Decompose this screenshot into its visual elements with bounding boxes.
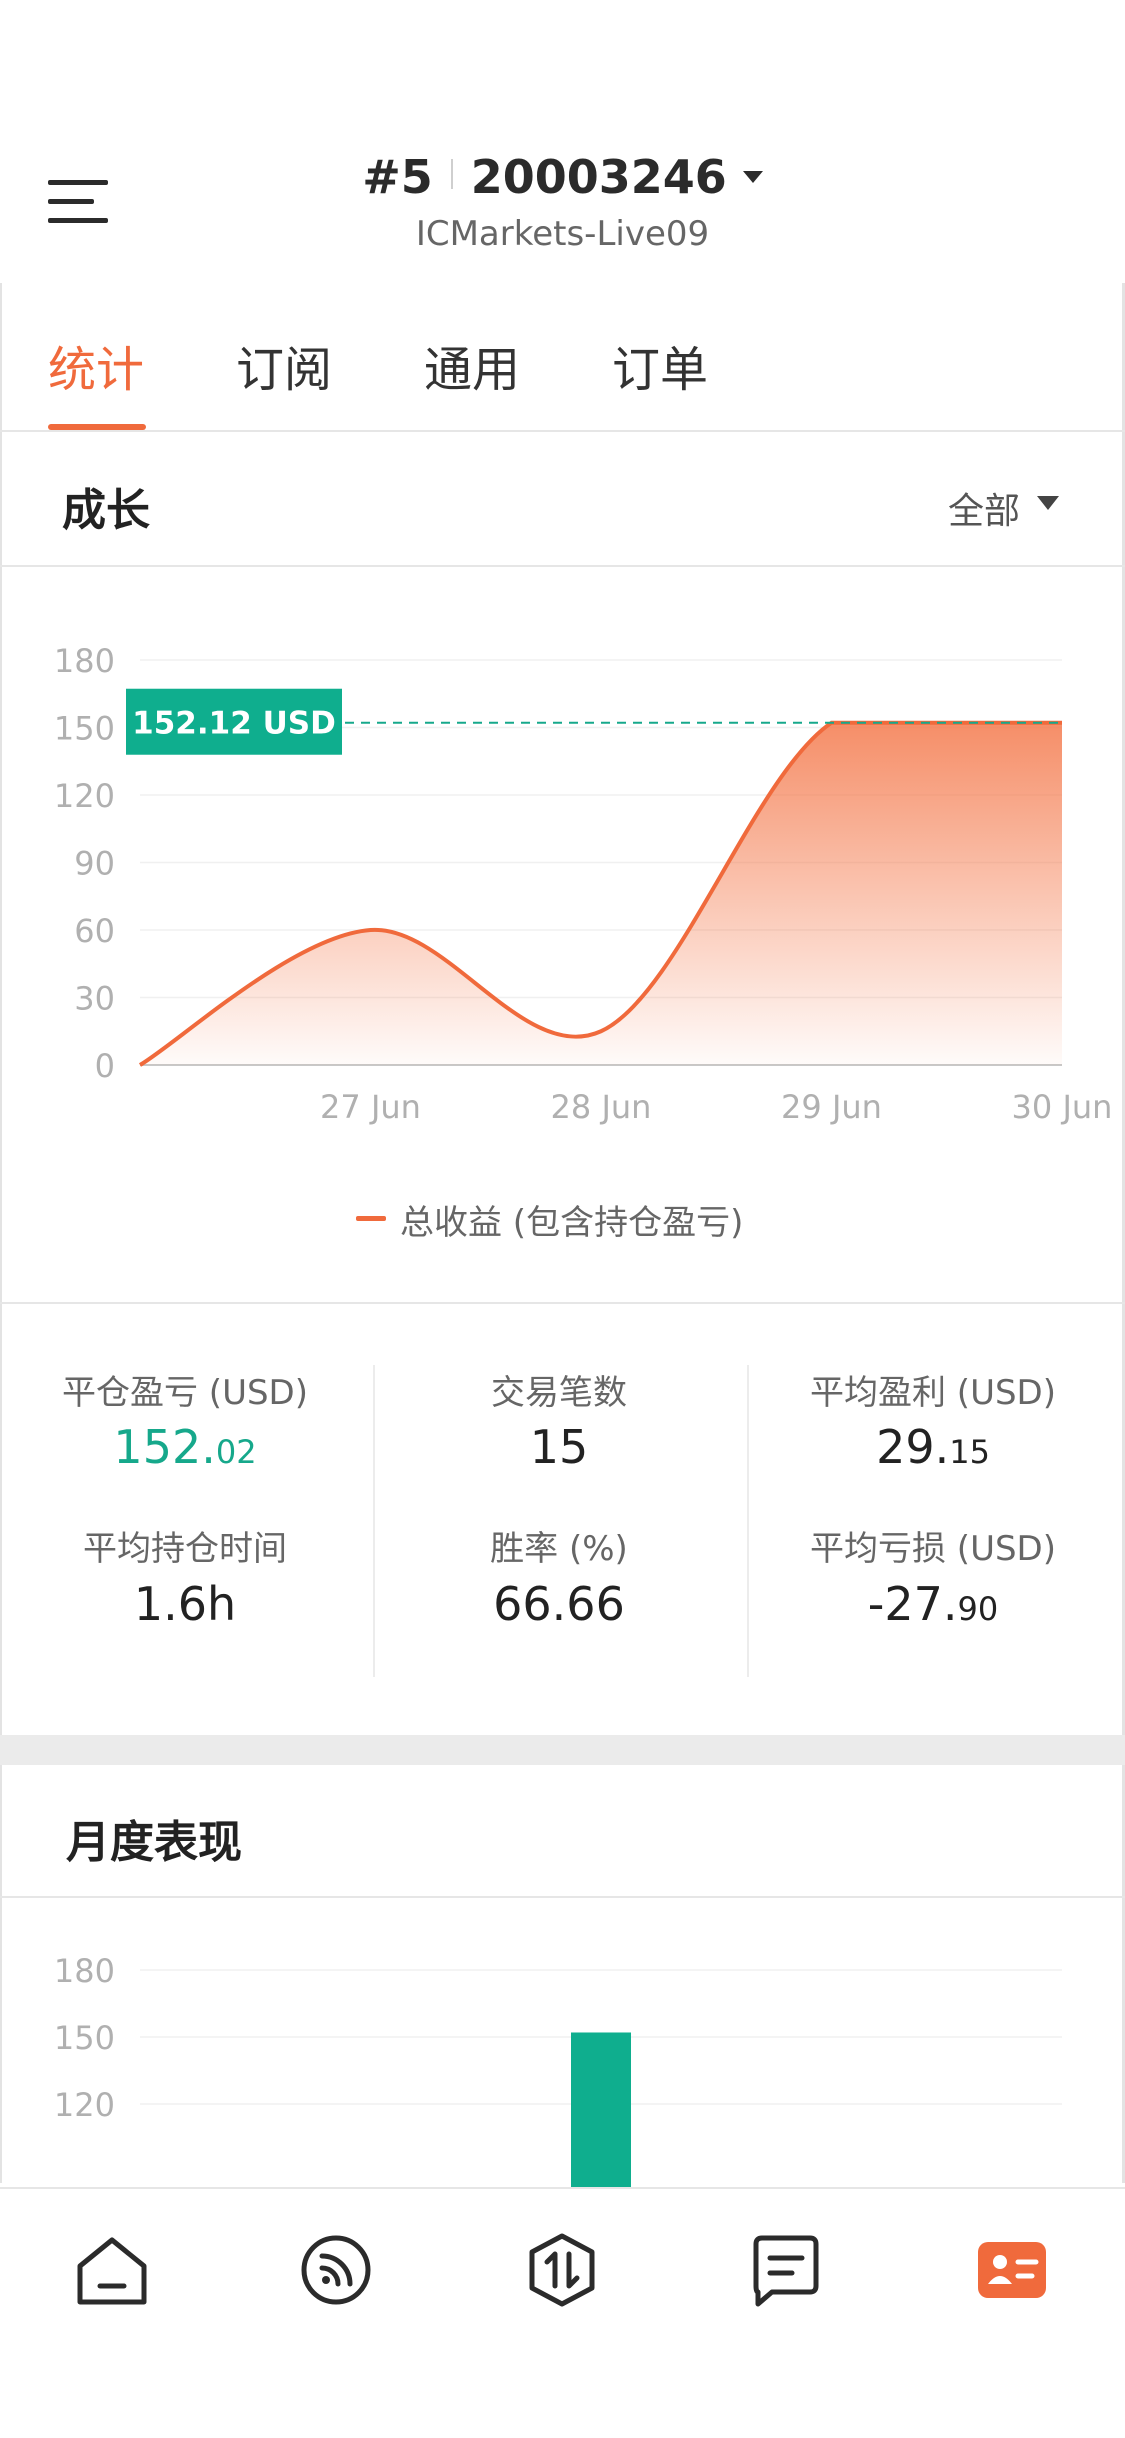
stat-label: 交易笔数 xyxy=(491,1373,627,1413)
bottom-nav xyxy=(0,2187,1125,2438)
stat-value-main: 152. xyxy=(113,1420,216,1474)
y-tick-label: 120 xyxy=(54,777,115,815)
y-tick-label: 150 xyxy=(54,710,115,748)
trade-icon xyxy=(529,2233,595,2307)
stat-label: 平均盈利 (USD) xyxy=(810,1373,1056,1413)
nav-account[interactable] xyxy=(972,2230,1052,2310)
section-gap xyxy=(0,1735,1125,1765)
frame-left xyxy=(0,283,2,2183)
y-tick-label: 60 xyxy=(74,912,115,950)
chart-divider xyxy=(0,1302,1125,1304)
stat-label: 平均持仓时间 xyxy=(83,1529,287,1569)
stat-value-main: 15 xyxy=(529,1420,589,1474)
x-tick-label: 29 Jun xyxy=(781,1088,882,1126)
growth-title: 成长 xyxy=(62,485,150,536)
stat-label: 胜率 (%) xyxy=(490,1529,628,1569)
account-selector[interactable]: #5 20003246 xyxy=(0,150,1125,204)
home-icon xyxy=(77,2237,147,2305)
chevron-down-icon xyxy=(742,171,763,183)
stat-value-main: 29. xyxy=(876,1420,950,1474)
y-tick-label: 90 xyxy=(74,845,115,883)
growth-header-divider xyxy=(0,565,1125,567)
nav-trade[interactable] xyxy=(522,2230,602,2310)
x-tick-label: 27 Jun xyxy=(320,1088,421,1126)
monthly-bar xyxy=(571,2032,631,2187)
monthly-chart: 120 150 180 xyxy=(54,1952,1062,2187)
stat-value: 1.6h xyxy=(0,1577,370,1631)
nav-feed[interactable] xyxy=(296,2230,376,2310)
stat-value-main: 1.6h xyxy=(133,1577,237,1631)
x-tick-label: 28 Jun xyxy=(551,1088,652,1126)
account-index: #5 xyxy=(362,150,433,204)
growth-chart: 0 30 60 90 120 150 180 27 Jun 28 Jun 29 Jun 30 Jun… xyxy=(54,642,1113,1126)
stat-value-main: 66.66 xyxy=(493,1577,625,1631)
stat-value: 66.66 xyxy=(374,1577,744,1631)
x-tick-label: 30 Jun xyxy=(1012,1088,1113,1126)
caret-down-icon xyxy=(1037,496,1059,510)
stat-value: 152.02 xyxy=(0,1420,370,1474)
stat-label: 平仓盈亏 (USD) xyxy=(62,1373,308,1413)
tab-stats[interactable]: 统计 xyxy=(48,330,144,400)
y-tick-label: 0 xyxy=(95,1047,115,1085)
series-area xyxy=(140,722,1062,1065)
tab-orders[interactable]: 订单 xyxy=(612,330,708,400)
y-tick-label: 120 xyxy=(54,2086,115,2124)
message-icon xyxy=(753,2235,819,2307)
current-value-label: 152.12 USD xyxy=(132,706,336,742)
stat-value-decimals: 02 xyxy=(215,1433,257,1471)
legend-swatch xyxy=(356,1216,386,1221)
stat-value-decimals: 15 xyxy=(949,1433,990,1471)
stat-value: 15 xyxy=(374,1420,744,1474)
stat-label: 平均亏损 (USD) xyxy=(810,1529,1056,1569)
stats-divider-1 xyxy=(373,1365,375,1677)
tab-subscribe[interactable]: 订阅 xyxy=(236,330,332,400)
stats-divider-2 xyxy=(747,1365,749,1677)
account-card-icon xyxy=(978,2242,1046,2298)
stat-value-main: -27. xyxy=(867,1577,958,1631)
y-tick-label: 180 xyxy=(54,642,115,680)
y-tick-label: 180 xyxy=(54,1952,115,1990)
server-name: ICMarkets-Live09 xyxy=(415,214,710,254)
monthly-header-divider xyxy=(0,1896,1125,1898)
rss-icon xyxy=(301,2235,371,2305)
stat-value: 29.15 xyxy=(748,1420,1118,1474)
y-tick-label: 150 xyxy=(54,2019,115,2057)
nav-home[interactable] xyxy=(72,2230,152,2310)
tab-general[interactable]: 通用 xyxy=(424,330,520,400)
stat-value: -27.90 xyxy=(748,1577,1118,1631)
account-number: 20003246 xyxy=(470,150,727,204)
legend-label: 总收益 (包含持仓盈亏) xyxy=(400,1203,744,1243)
tabs-divider xyxy=(0,430,1125,432)
nav-messages[interactable] xyxy=(746,2230,826,2310)
range-filter[interactable]: 全部 xyxy=(948,482,1020,534)
y-tick-label: 30 xyxy=(74,980,115,1018)
stat-value-decimals: 90 xyxy=(957,1590,999,1628)
separator xyxy=(450,159,453,189)
monthly-title: 月度表现 xyxy=(66,1817,242,1868)
